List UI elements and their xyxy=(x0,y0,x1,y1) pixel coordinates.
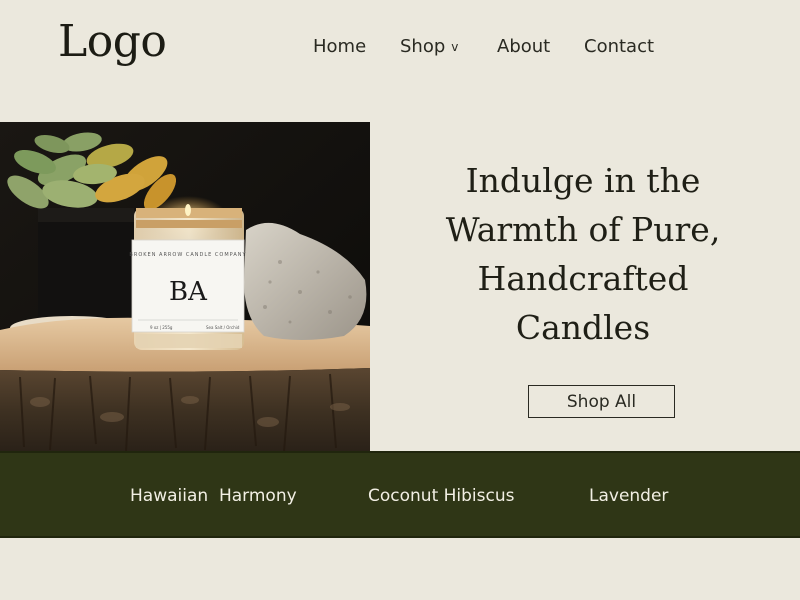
shop-all-button[interactable]: Shop All xyxy=(528,385,675,418)
jar-label-scent: Sea Salt / Orchid xyxy=(206,325,240,330)
jar-label-monogram: BA xyxy=(169,277,208,307)
hero-heading: Indulge in the Warmth of Pure, Handcraft… xyxy=(400,156,766,352)
nav-about-link[interactable]: About xyxy=(497,34,550,60)
hero-heading-line-1: Indulge in the xyxy=(465,161,701,200)
scent-link-lavender[interactable]: Lavender xyxy=(589,485,668,507)
hero-candle-photo: BROKEN ARROW CANDLE COMPANY BA 9 oz | 25… xyxy=(0,122,370,452)
scent-link-coconut-hibiscus[interactable]: Coconut Hibiscus xyxy=(368,485,515,507)
scent-collections-bar: Hawaiian Harmony Coconut Hibiscus Lavend… xyxy=(0,451,800,538)
hero-heading-line-4: Candles xyxy=(515,308,651,347)
hero-heading-line-3: Handcrafted xyxy=(477,259,689,298)
scent-link-hawaiian-harmony[interactable]: Hawaiian Harmony xyxy=(130,485,297,507)
nav-contact-link[interactable]: Contact xyxy=(584,34,654,60)
nav-shop-label: Shop xyxy=(400,36,446,57)
nav-shop-link[interactable]: Shop v xyxy=(400,34,458,61)
logo[interactable]: Logo xyxy=(58,14,167,70)
hero-heading-line-2: Warmth of Pure, xyxy=(445,210,721,249)
chevron-down-icon: v xyxy=(451,40,459,54)
jar-label-weight: 9 oz | 255g xyxy=(150,325,173,330)
nav-home-link[interactable]: Home xyxy=(313,34,366,60)
jar-label-brand: BROKEN ARROW CANDLE COMPANY xyxy=(129,252,246,258)
